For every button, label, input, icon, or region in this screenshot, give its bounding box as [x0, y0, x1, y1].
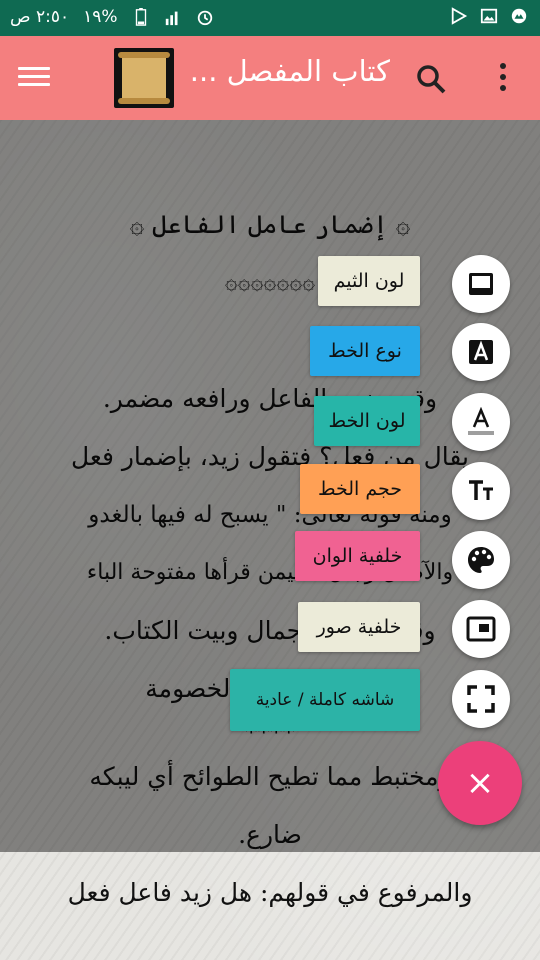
signal-icon — [165, 11, 178, 26]
battery-percent: ١٩% — [83, 7, 118, 27]
status-left: ٢:٥٠ ص ١٩% — [10, 7, 214, 27]
search-icon — [417, 65, 446, 94]
fab-button[interactable] — [452, 531, 510, 589]
fullscreen-icon — [467, 685, 495, 713]
play-store-icon — [451, 7, 468, 25]
fab-label[interactable]: شاشه كاملة / عادية — [230, 669, 420, 731]
more-options-button[interactable] — [488, 58, 518, 98]
dot-icon — [500, 63, 506, 69]
fab-label[interactable]: نوع الخط — [310, 326, 420, 376]
clock: ٢:٥٠ ص — [10, 7, 70, 27]
fab-button[interactable] — [452, 323, 510, 381]
status-right — [450, 7, 528, 25]
fab-button[interactable] — [452, 670, 510, 728]
app-notification-icon — [511, 8, 527, 24]
app-logo — [114, 48, 174, 108]
font-type-icon — [469, 340, 493, 364]
page-title: كتاب المفصل ... — [189, 54, 390, 88]
menu-icon-bar — [18, 75, 50, 78]
fab-label[interactable]: خلفية صور — [298, 602, 420, 652]
status-bar: ٢:٥٠ ص ١٩% — [0, 0, 540, 36]
theme-icon — [469, 273, 493, 295]
menu-icon-bar — [18, 83, 50, 86]
dot-icon — [500, 85, 506, 91]
font-color-icon — [468, 407, 494, 435]
fab-label[interactable]: لون الثيم — [318, 256, 420, 306]
fab-button[interactable] — [452, 393, 510, 451]
app-bar: كتاب المفصل ... — [0, 36, 540, 120]
close-fab-button[interactable]: × — [438, 741, 522, 825]
fab-button[interactable] — [452, 462, 510, 520]
menu-icon-bar — [18, 67, 50, 70]
text-line: والمرفوع في قولهم: هل زيد فاعل فعل — [67, 878, 473, 907]
close-icon: × — [465, 763, 495, 803]
scroll-logo-icon — [118, 52, 170, 104]
picture-icon — [466, 616, 496, 642]
font-size-icon — [469, 480, 493, 500]
fab-button[interactable] — [452, 255, 510, 313]
battery-icon — [135, 8, 146, 26]
menu-button[interactable] — [18, 62, 50, 94]
gallery-icon — [480, 8, 498, 24]
fab-label[interactable]: حجم الخط — [300, 464, 420, 514]
fab-label[interactable]: لون الخط — [314, 396, 420, 446]
search-button[interactable] — [414, 62, 448, 96]
dot-icon — [500, 74, 506, 80]
palette-icon — [468, 547, 494, 573]
fab-label[interactable]: خلفية الوان — [295, 531, 420, 581]
alarm-icon — [197, 10, 212, 26]
fab-button[interactable] — [452, 600, 510, 658]
